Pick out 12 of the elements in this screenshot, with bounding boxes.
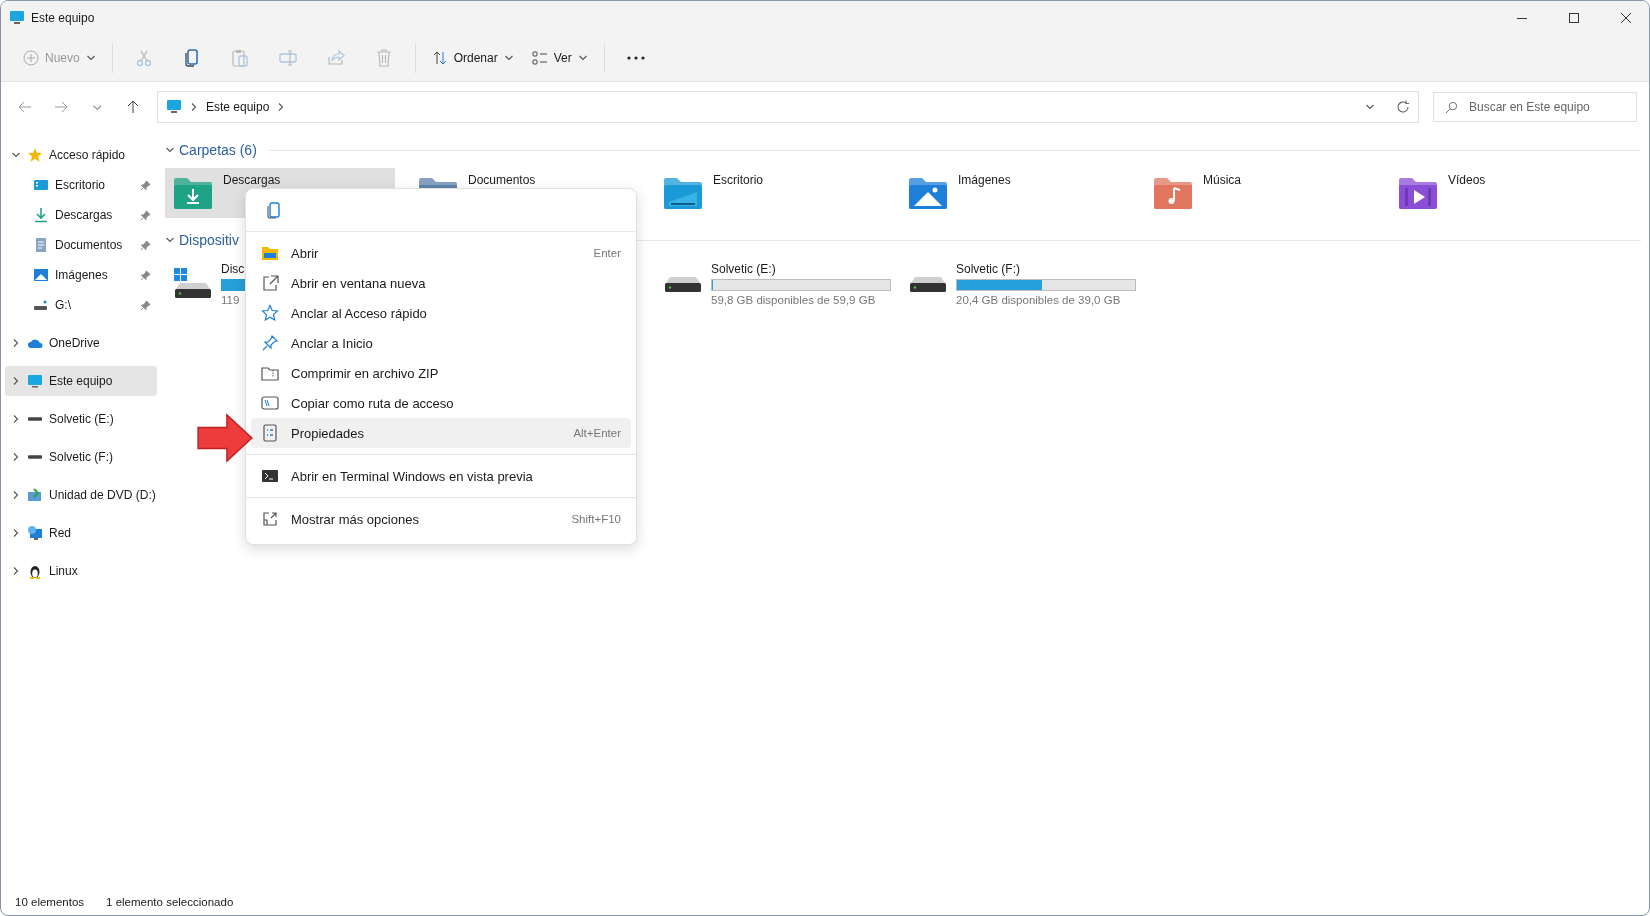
status-text: 1 elemento seleccionado (106, 896, 234, 908)
drive-name: Disc (221, 262, 246, 276)
drive-name: Solvetic (F:) (956, 262, 1021, 276)
drive-detail: 20,4 GB disponibles de 39,0 GB (956, 294, 1122, 306)
status-text: 10 elementos (15, 896, 85, 908)
window-title: Este equipo (31, 11, 96, 25)
drive-name: Solvetic (E:) (711, 262, 777, 276)
shortcut-label: Enter (593, 247, 621, 259)
drive-detail: 59,8 GB disponibles de 59,9 GB (711, 294, 877, 306)
shortcut-label: Shift+F10 (571, 513, 621, 525)
drive-detail: 119 (221, 294, 241, 306)
shortcut-label: Alt+Enter (573, 427, 621, 439)
